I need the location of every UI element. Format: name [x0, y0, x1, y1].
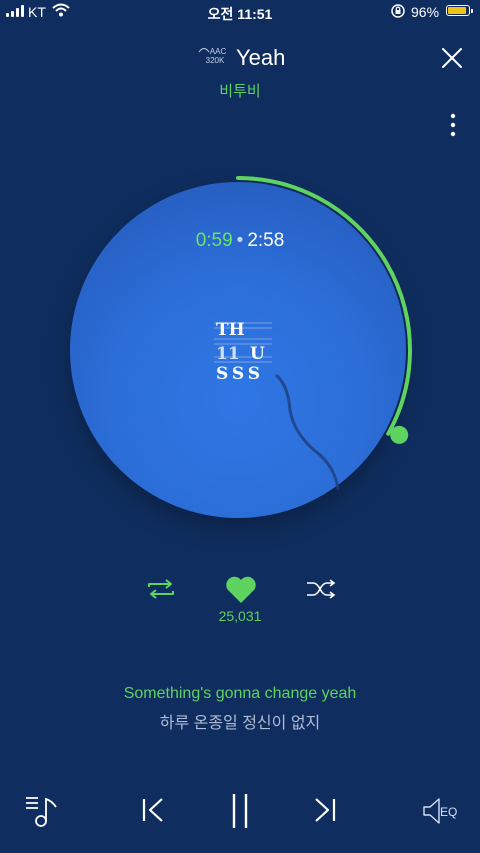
- audio-quality-badge: AAC 320K: [198, 47, 230, 65]
- next-icon[interactable]: [312, 797, 338, 823]
- quality-wave-icon: [198, 48, 210, 53]
- progress-knob[interactable]: [390, 425, 409, 444]
- heart-icon[interactable]: [225, 576, 257, 604]
- quality-bitrate: 320K: [205, 56, 225, 65]
- player-disc[interactable]: 0:59 • 2:58 TH 11 U SSS: [0, 170, 480, 530]
- battery-fill: [448, 7, 467, 14]
- close-icon[interactable]: [440, 46, 464, 70]
- previous-icon[interactable]: [140, 797, 166, 823]
- equalizer-label[interactable]: EQ: [440, 805, 457, 819]
- status-time: 오전 11:51: [207, 6, 273, 22]
- artist-name[interactable]: 비투비: [0, 80, 480, 101]
- lyric-next[interactable]: 하루 온종일 정신이 없지: [0, 709, 480, 733]
- status-bar: KT 오전 11:51 96%: [0, 0, 480, 24]
- battery-icon: [446, 5, 473, 16]
- album-text-sss: SSS: [216, 364, 264, 384]
- repeat-icon[interactable]: [146, 578, 176, 600]
- more-icon[interactable]: [448, 112, 458, 138]
- shuffle-icon[interactable]: [305, 578, 337, 600]
- lyric-current[interactable]: Something's gonna change yeah: [0, 685, 480, 703]
- equalizer-icon[interactable]: [422, 797, 442, 825]
- album-art: TH 11 U SSS: [214, 320, 340, 491]
- pause-icon[interactable]: [227, 792, 253, 830]
- album-text-th: TH: [216, 320, 245, 340]
- playlist-icon[interactable]: [24, 795, 60, 829]
- like-count: 25,031: [218, 608, 262, 624]
- album-text-11: 11: [216, 344, 240, 364]
- song-title: Yeah: [236, 45, 286, 70]
- album-text-u: U: [250, 344, 265, 364]
- lock-rotation-icon: [391, 4, 405, 18]
- battery-percent: 96%: [411, 4, 440, 20]
